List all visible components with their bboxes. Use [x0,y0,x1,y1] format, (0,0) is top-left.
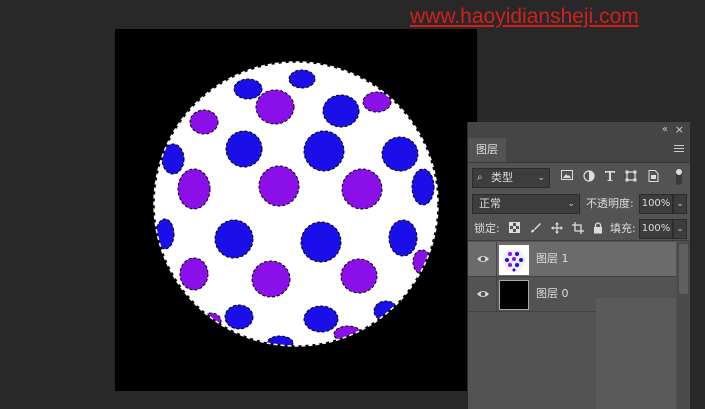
panel-empty-area [596,298,676,409]
type-filter-icon[interactable] [603,170,617,184]
chevron-down-icon: ⌄ [537,173,545,183]
layer-name[interactable]: 图层 1 [536,242,569,276]
chevron-down-icon: ⌄ [676,224,684,234]
lock-artboard-icon[interactable] [571,222,584,235]
fill-dropdown[interactable]: ⌄ [673,219,687,239]
layer-thumbnail[interactable] [499,245,529,275]
eye-separator [496,242,497,276]
lock-label: 锁定: [474,222,500,235]
lock-move-icon[interactable] [550,222,563,235]
chevron-down-icon: ⌄ [676,199,684,209]
layers-panel: « × 图层 ⌕ 类型 ⌄ 正常 ⌄ 不透明度: 100% ⌄ 锁定: 填充: … [467,122,690,409]
watermark-url: www.haoyidiansheji.com [410,5,639,28]
lock-row: 锁定: 填充: 100% ⌄ [472,219,687,239]
panel-divider [468,240,690,241]
filter-kind-label: 类型 [491,171,513,184]
shape-filter-icon[interactable] [624,170,638,184]
adjustment-filter-icon[interactable] [582,170,596,184]
scrollbar-thumb[interactable] [679,244,688,294]
eye-icon[interactable] [476,287,490,301]
lock-transparent-icon[interactable] [508,222,521,235]
chevron-down-icon: ⌄ [567,199,575,209]
document-canvas[interactable] [115,29,477,391]
hamburger-icon[interactable] [674,143,684,154]
smart-object-filter-icon[interactable] [646,170,660,184]
image-filter-icon[interactable] [560,170,574,184]
eye-icon[interactable] [476,252,490,266]
panel-tab-row: 图层 [468,138,690,163]
polka-dot-sphere [153,61,439,347]
layer-filter-row: ⌕ 类型 ⌄ [472,168,686,188]
layers-scrollbar[interactable] [677,242,690,409]
lock-paint-icon[interactable] [529,222,542,235]
lock-all-icon[interactable] [591,222,604,235]
tab-layers[interactable]: 图层 [468,138,506,162]
blend-mode-value: 正常 [479,197,501,210]
layer-thumbnail[interactable] [499,280,529,310]
blend-mode-select[interactable]: 正常 ⌄ [472,194,580,214]
opacity-input[interactable]: 100% [639,194,673,214]
filter-kind-select[interactable]: ⌕ 类型 ⌄ [472,168,550,188]
search-icon: ⌕ [477,172,483,183]
layer-row-layer-1[interactable]: 图层 1 [468,242,676,277]
close-icon[interactable]: × [675,123,684,136]
filter-toggle[interactable] [676,169,682,185]
blend-row: 正常 ⌄ 不透明度: 100% ⌄ [472,194,687,214]
opacity-dropdown[interactable]: ⌄ [673,194,687,214]
collapse-icon[interactable]: « [662,124,668,135]
opacity-label: 不透明度: [586,197,634,210]
panel-title-bar[interactable]: « × [468,122,690,138]
fill-input[interactable]: 100% [639,219,673,239]
eye-separator [496,277,497,311]
layer-name[interactable]: 图层 0 [536,277,569,311]
fill-label: 填充: [610,222,636,235]
